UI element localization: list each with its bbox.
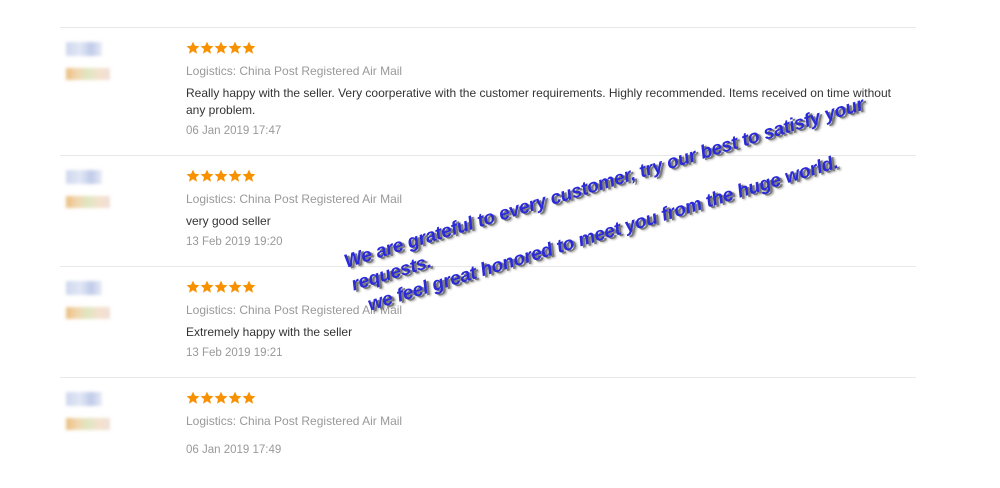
buyer-country-flag-blurred	[66, 307, 110, 319]
star-icon	[214, 391, 228, 405]
review-date: 06 Jan 2019 17:49	[186, 444, 282, 456]
buyer-name-blurred	[66, 392, 102, 406]
star-icon	[242, 169, 256, 183]
star-icon	[228, 391, 242, 405]
star-icon	[214, 169, 228, 183]
star-icon	[186, 391, 200, 405]
logistics-info: Logistics: China Post Registered Air Mai…	[186, 414, 403, 428]
star-icon	[214, 280, 228, 294]
star-icon	[228, 41, 242, 55]
buyer-country-flag-blurred	[66, 196, 110, 208]
star-icon	[200, 169, 214, 183]
buyer-info	[66, 170, 110, 216]
logistics-info: Logistics: China Post Registered Air Mai…	[186, 303, 403, 317]
star-icon	[200, 41, 214, 55]
star-icon	[242, 280, 256, 294]
star-icon	[186, 169, 200, 183]
buyer-name-blurred	[66, 170, 102, 184]
buyer-name-blurred	[66, 281, 102, 295]
review-comment: Extremely happy with the seller	[186, 325, 353, 339]
buyer-info	[66, 281, 110, 327]
star-icon	[228, 169, 242, 183]
star-icon	[214, 41, 228, 55]
buyer-country-flag-blurred	[66, 418, 110, 430]
star-icon	[200, 280, 214, 294]
star-icon	[242, 391, 256, 405]
buyer-country-flag-blurred	[66, 68, 110, 80]
buyer-info	[66, 392, 110, 438]
review-item: Logistics: China Post Registered Air Mai…	[60, 267, 916, 378]
star-icon	[186, 41, 200, 55]
star-icon	[242, 41, 256, 55]
review-item: Logistics: China Post Registered Air Mai…	[60, 378, 916, 468]
buyer-info	[66, 42, 110, 88]
star-icon	[228, 280, 242, 294]
star-icon	[186, 280, 200, 294]
review-date: 13 Feb 2019 19:21	[186, 347, 283, 359]
buyer-name-blurred	[66, 42, 102, 56]
star-rating	[186, 41, 906, 59]
star-rating	[186, 280, 906, 298]
star-rating	[186, 391, 906, 409]
star-icon	[200, 391, 214, 405]
logistics-info: Logistics: China Post Registered Air Mai…	[186, 64, 403, 78]
